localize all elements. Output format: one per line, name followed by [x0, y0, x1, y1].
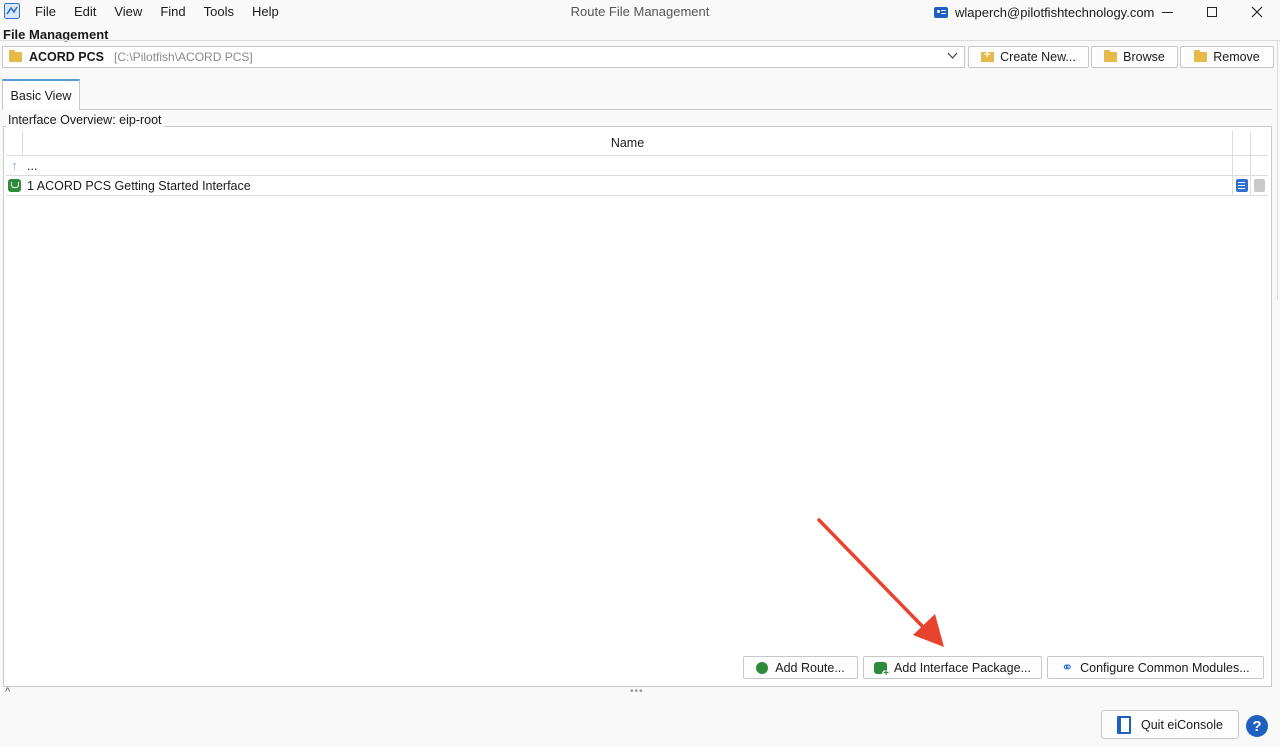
user-email: wlaperch@pilotfishtechnology.com: [955, 4, 1155, 20]
menu-find[interactable]: Find: [151, 0, 194, 24]
user-card-icon: [934, 6, 948, 18]
chevron-up-icon[interactable]: ^: [5, 686, 10, 698]
table-row[interactable]: 1 ACORD PCS Getting Started Interface: [6, 176, 1268, 196]
title-bar: File Edit View Find Tools Help Route Fil…: [0, 0, 1280, 24]
interface-overview-title: Interface Overview: eip-root: [6, 113, 164, 127]
menu-help[interactable]: Help: [243, 0, 288, 24]
table-row-parent[interactable]: ↑ ...: [6, 156, 1268, 176]
table-header: Name: [6, 131, 1268, 156]
folder-icon: [9, 50, 22, 62]
maximize-icon: [1207, 7, 1217, 17]
divider: [0, 40, 1280, 41]
help-icon[interactable]: ?: [1246, 715, 1268, 737]
package-add-icon: [874, 661, 891, 678]
package-icon: [8, 179, 21, 192]
tab-basic-view[interactable]: Basic View: [2, 79, 80, 110]
route-file-path: [C:\Pilotfish\ACORD PCS]: [114, 50, 253, 64]
folder-icon: [1104, 50, 1118, 62]
new-folder-icon: [981, 49, 995, 62]
quit-button[interactable]: Quit eiConsole: [1101, 710, 1239, 739]
route-gear-icon: [756, 661, 769, 674]
row-icon-cell: ↑: [6, 156, 23, 175]
add-route-button[interactable]: Add Route...: [743, 656, 858, 679]
door-exit-icon: [1117, 715, 1131, 734]
disabled-action-icon: [1254, 179, 1265, 192]
close-icon: [1251, 6, 1263, 18]
create-new-label: Create New...: [1000, 50, 1076, 64]
browse-button[interactable]: Browse: [1091, 46, 1178, 68]
row-action-cell: [1232, 176, 1250, 195]
route-file-name: ACORD PCS: [29, 50, 105, 64]
row-action-cell: [1250, 156, 1268, 175]
menu-edit[interactable]: Edit: [65, 0, 105, 24]
maximize-button[interactable]: [1189, 0, 1235, 24]
menu-tools[interactable]: Tools: [195, 0, 243, 24]
add-interface-package-label: Add Interface Package...: [894, 660, 1031, 675]
row-name: 1 ACORD PCS Getting Started Interface: [27, 178, 251, 193]
header-icon-column: [6, 131, 23, 155]
splitter-handle[interactable]: •••: [630, 686, 644, 697]
configure-common-modules-button[interactable]: ⚭ Configure Common Modules...: [1047, 656, 1264, 679]
route-file-dropdown[interactable]: ACORD PCS [C:\Pilotfish\ACORD PCS]: [2, 46, 965, 68]
row-action-cell: [1232, 156, 1250, 175]
row-name: ...: [27, 158, 38, 173]
header-action-column: [1250, 131, 1268, 155]
edit-icon[interactable]: [1235, 179, 1248, 192]
minimize-icon: [1161, 11, 1173, 13]
remove-label: Remove: [1213, 50, 1260, 64]
menu-file[interactable]: File: [26, 0, 65, 24]
configure-common-modules-label: Configure Common Modules...: [1080, 660, 1250, 675]
chevron-down-icon: [947, 52, 958, 59]
app-icon[interactable]: [4, 3, 20, 19]
minimize-button[interactable]: [1144, 0, 1190, 24]
add-interface-package-button[interactable]: Add Interface Package...: [863, 656, 1042, 679]
close-button[interactable]: [1234, 0, 1280, 24]
tab-label: Basic View: [10, 88, 72, 103]
column-header-name[interactable]: Name: [23, 131, 1232, 155]
create-new-button[interactable]: Create New...: [968, 46, 1089, 68]
browse-label: Browse: [1123, 50, 1165, 64]
header-action-column: [1232, 131, 1250, 155]
up-arrow-icon: ↑: [11, 158, 18, 173]
menu-view[interactable]: View: [105, 0, 151, 24]
add-route-label: Add Route...: [775, 660, 845, 675]
menu-bar: File Edit View Find Tools Help: [26, 0, 288, 24]
interface-overview-panel: [3, 126, 1272, 687]
interface-table: Name ↑ ... 1 ACORD PCS Getting Started I…: [6, 131, 1268, 196]
row-icon-cell: [6, 176, 23, 195]
row-action-cell: [1250, 176, 1268, 195]
user-account[interactable]: wlaperch@pilotfishtechnology.com: [934, 0, 1154, 24]
remove-button[interactable]: Remove: [1180, 46, 1274, 68]
tab-divider: [80, 109, 1272, 110]
quit-label: Quit eiConsole: [1141, 717, 1223, 732]
remove-folder-icon: [1194, 50, 1208, 62]
link-icon: ⚭: [1061, 659, 1074, 675]
